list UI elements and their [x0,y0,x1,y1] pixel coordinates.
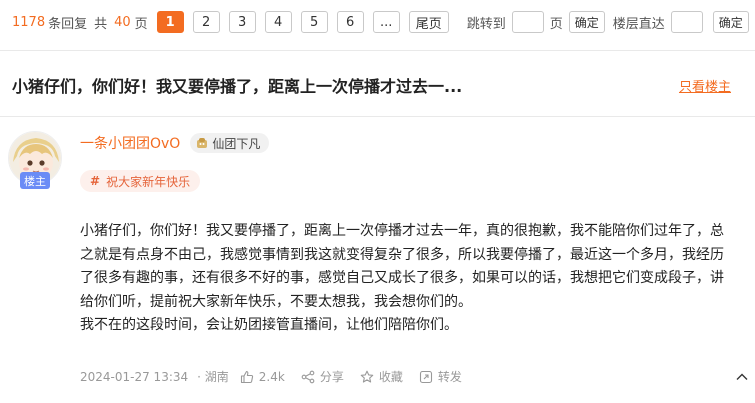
repost-label: 转发 [437,370,462,384]
jump-unit: 页 [549,16,563,32]
level-title: 仙团下凡 [212,136,261,151]
hash-icon: # [90,174,101,188]
page-suffix: 页 [134,16,148,32]
pagination-bar: 1178 条回复 共 40 页 1 2 3 4 5 6 ... 尾页 跳转到 页… [0,0,755,44]
jump-confirm-button[interactable]: 确定 [568,11,605,33]
user-level-badge[interactable]: 仙团下凡 [190,133,270,153]
only-host-link[interactable]: 只看楼主 [679,76,731,95]
favorite-label: 收藏 [378,370,403,384]
repost-icon [419,370,432,383]
page-count: 40 [114,14,131,30]
reply-count: 1178 [12,14,46,30]
page-button-4[interactable]: 4 [264,11,292,33]
page-button-1[interactable]: 1 [156,11,184,33]
top-divider [0,50,755,51]
jump-label: 跳转到 [466,16,506,32]
reply-label: 条回复 [48,16,88,32]
topic-tag-label: 祝大家新年快乐 [106,174,191,189]
scroll-up-icon[interactable] [735,370,749,384]
post-date: 2024-01-27 13:34 [80,369,189,384]
floor-input[interactable] [670,11,703,33]
page-button-2[interactable]: 2 [192,11,220,33]
share-label: 分享 [319,370,344,384]
thread-title: 小猪仔们，你们好！我又要停播了，距离上一次停播才过去一... [12,77,463,96]
thumbs-up-icon [240,370,253,383]
post-paragraph: 小猪仔们，你们好！我又要停播了，距离上一次停播才过去一年，真的很抱歉，我不能陪你… [80,223,724,310]
topic-tag[interactable]: # 祝大家新年快乐 [80,170,201,192]
host-badge: 楼主 [20,172,50,189]
share-icon [301,370,315,383]
like-count: 2.4k [258,369,285,384]
post-content: 小猪仔们，你们好！我又要停播了，距离上一次停播才过去一年，真的很抱歉，我不能陪你… [80,220,730,338]
jump-page-input[interactable] [511,11,544,33]
post-paragraph: 我不在的这段时间，会让奶团接管直播间，让他们陪陪你们。 [80,317,458,333]
floor-jump-label: 楼层直达 [612,16,665,32]
repost-button[interactable]: 转发 [419,368,462,385]
page-button-3[interactable]: 3 [228,11,256,33]
level-icon [197,138,208,148]
star-icon [360,370,374,383]
thread-header: 小猪仔们，你们好！我又要停播了，距离上一次停播才过去一... 只看楼主 [0,60,755,110]
page-ellipsis-button[interactable]: ... [372,11,400,33]
author-row: 一条小团团OvO 仙团下凡 [80,133,270,153]
total-prefix: 共 [94,16,108,32]
favorite-button[interactable]: 收藏 [360,368,403,385]
page-button-6[interactable]: 6 [336,11,364,33]
share-button[interactable]: 分享 [301,368,344,385]
like-button[interactable]: 2.4k [240,370,285,384]
post-location: · 湖南 [197,370,229,384]
author-avatar-block: 楼主 [8,131,62,191]
floor-confirm-button[interactable]: 确定 [712,11,749,33]
title-divider [0,116,755,117]
post-meta-bar: 2024-01-27 13:34 · 湖南 2.4k 分享 收藏 转发 [80,368,462,385]
author-name[interactable]: 一条小团团OvO [80,133,180,153]
last-page-button[interactable]: 尾页 [408,11,449,33]
page-button-5[interactable]: 5 [300,11,328,33]
